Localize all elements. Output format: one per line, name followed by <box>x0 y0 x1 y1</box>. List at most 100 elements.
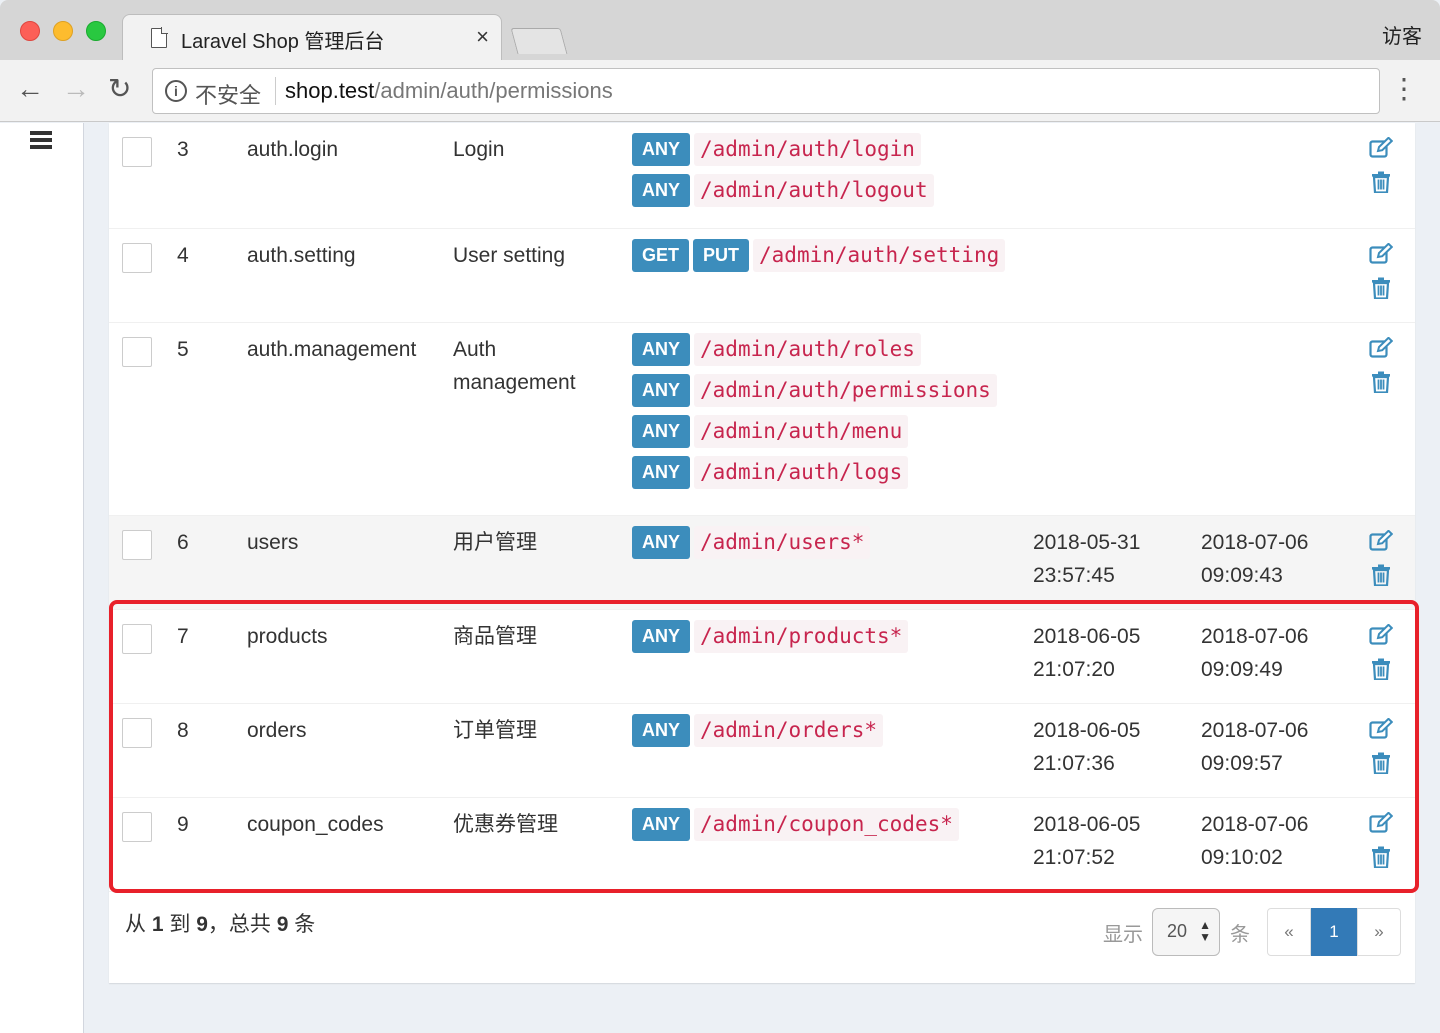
row-slug: products <box>247 625 328 648</box>
route-item: ANY/admin/orders* <box>632 714 884 747</box>
edit-icon[interactable] <box>1369 136 1394 159</box>
row-id: 8 <box>177 719 189 742</box>
http-method-badge: ANY <box>632 374 691 407</box>
route-list: ANY/admin/orders* <box>632 714 884 755</box>
edit-icon[interactable] <box>1369 242 1394 265</box>
row-name: 商品管理 <box>453 625 537 648</box>
browser-tab[interactable]: Laravel Shop 管理后台 × <box>122 14 502 60</box>
tab-close-button[interactable]: × <box>476 24 489 50</box>
row-id: 9 <box>177 813 189 836</box>
row-id: 5 <box>177 338 189 361</box>
edit-icon[interactable] <box>1369 623 1394 646</box>
row-actions <box>1369 336 1394 394</box>
route-item: ANY/admin/users* <box>632 526 871 559</box>
row-checkbox[interactable] <box>122 243 152 273</box>
profile-label[interactable]: 访客 <box>1382 20 1422 49</box>
row-checkbox[interactable] <box>122 530 152 560</box>
route-path: /admin/auth/logout <box>694 174 934 207</box>
http-method-badge: ANY <box>632 620 691 653</box>
row-actions <box>1369 811 1394 869</box>
forward-button[interactable]: → <box>62 74 90 104</box>
reload-button[interactable]: ↻ <box>108 74 131 104</box>
table-row: 8 orders 订单管理 2018-06-05 21:07:36 2018-07-06… <box>109 704 1415 798</box>
url-path: /admin/auth/permissions <box>374 78 613 103</box>
pager-page-1[interactable]: 1 <box>1311 908 1357 956</box>
row-checkbox[interactable] <box>122 718 152 748</box>
http-method-badge: ANY <box>632 133 691 166</box>
browser-menu-button[interactable]: ⋮ <box>1390 74 1418 104</box>
browser-toolbar: ← → ↻ i 不安全 shop.test/admin/auth/permiss… <box>0 60 1440 122</box>
row-checkbox[interactable] <box>122 812 152 842</box>
row-id: 7 <box>177 625 189 648</box>
row-checkbox[interactable] <box>122 337 152 367</box>
table-row: 7 products 商品管理 2018-06-05 21:07:20 2018-07-… <box>109 610 1415 704</box>
http-method-badge: ANY <box>632 714 691 747</box>
minimize-window-button[interactable] <box>53 21 73 41</box>
row-actions <box>1369 717 1394 775</box>
summary-first: 1 <box>151 913 164 936</box>
pagination-summary: 从 1 到 9，总共 9 条 <box>125 908 315 938</box>
row-checkbox[interactable] <box>122 624 152 654</box>
close-window-button[interactable] <box>20 21 40 41</box>
trash-icon[interactable] <box>1371 277 1391 300</box>
trash-icon[interactable] <box>1371 171 1391 194</box>
table-row: 5 auth.management Auth management ANY/admin… <box>109 323 1415 516</box>
row-actions <box>1369 529 1394 587</box>
row-checkbox[interactable] <box>122 137 152 167</box>
route-item: ANY/admin/auth/logout <box>632 174 934 207</box>
trash-icon[interactable] <box>1371 564 1391 587</box>
row-created-at: 2018-06-05 21:07:36 <box>1033 719 1141 775</box>
route-item: ANY/admin/auth/menu <box>632 415 997 448</box>
row-slug: users <box>247 531 299 554</box>
address-bar[interactable]: i 不安全 shop.test/admin/auth/permissions <box>152 68 1380 114</box>
per-page-value: 20 <box>1167 921 1188 941</box>
pager-prev[interactable]: « <box>1267 908 1311 956</box>
row-created-at: 2018-05-31 23:57:45 <box>1033 531 1141 587</box>
per-page-select[interactable]: 20 ▲ ▼ <box>1152 908 1220 956</box>
trash-icon[interactable] <box>1371 371 1391 394</box>
edit-icon[interactable] <box>1369 717 1394 740</box>
row-name: User setting <box>453 244 566 267</box>
route-list: ANY/admin/users* <box>632 526 871 567</box>
http-method-badge: ANY <box>632 808 691 841</box>
row-updated-at: 2018-07-06 09:09:57 <box>1201 719 1309 775</box>
route-path: /admin/users* <box>694 526 871 559</box>
row-id: 6 <box>177 531 189 554</box>
table-row: 9 coupon_codes 优惠券管理 2018-06-05 21:07:52 201… <box>109 798 1415 892</box>
row-created-at: 2018-06-05 21:07:20 <box>1033 625 1141 681</box>
maximize-window-button[interactable] <box>86 21 106 41</box>
summary-to: 到 <box>169 913 191 936</box>
url-text[interactable]: shop.test/admin/auth/permissions <box>285 78 613 104</box>
trash-icon[interactable] <box>1371 658 1391 681</box>
pager-next[interactable]: » <box>1357 908 1401 956</box>
row-slug: coupon_codes <box>247 813 384 836</box>
edit-icon[interactable] <box>1369 529 1394 552</box>
row-created-at: 2018-06-05 21:07:52 <box>1033 813 1141 869</box>
tab-title: Laravel Shop 管理后台 <box>181 31 385 53</box>
row-updated-at: 2018-07-06 09:10:02 <box>1201 813 1309 869</box>
route-path: /admin/auth/roles <box>694 333 921 366</box>
edit-icon[interactable] <box>1369 336 1394 359</box>
sidebar-toggle-icon[interactable] <box>30 131 52 149</box>
http-method-badge: ANY <box>632 456 691 489</box>
route-path: /admin/auth/menu <box>694 415 909 448</box>
trash-icon[interactable] <box>1371 752 1391 775</box>
route-item: ANY/admin/auth/roles <box>632 333 997 366</box>
table-row: 3 auth.login Login ANY/admin/auth/login ANY /… <box>109 123 1415 229</box>
http-method-badge: GET <box>632 239 690 272</box>
edit-icon[interactable] <box>1369 811 1394 834</box>
back-button[interactable]: ← <box>16 74 44 104</box>
row-slug: orders <box>247 719 307 742</box>
route-list: ANY/admin/products* <box>632 620 909 661</box>
security-label[interactable]: 不安全 <box>195 78 261 110</box>
route-item: ANY/admin/products* <box>632 620 909 653</box>
summary-from: 从 <box>125 913 146 936</box>
row-updated-at: 2018-07-06 09:09:49 <box>1201 625 1309 681</box>
document-icon <box>151 27 168 48</box>
trash-icon[interactable] <box>1371 846 1391 869</box>
route-item: ANY/admin/auth/login <box>632 133 934 166</box>
new-tab-button[interactable] <box>510 28 568 54</box>
info-icon[interactable]: i <box>165 80 187 102</box>
route-list: ANY/admin/coupon_codes* <box>632 808 959 849</box>
row-actions <box>1369 242 1394 300</box>
